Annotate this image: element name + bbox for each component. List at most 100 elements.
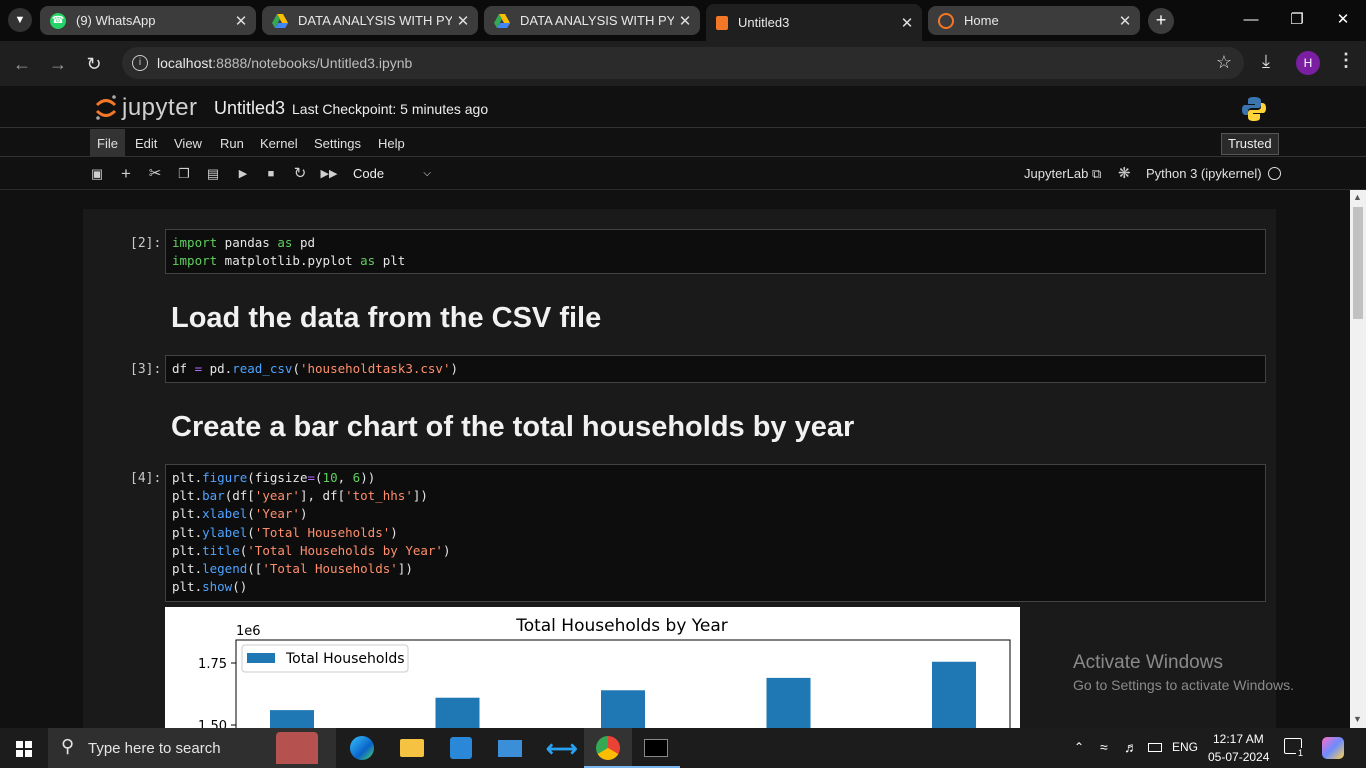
- code-line: import pandas as pd: [172, 235, 316, 250]
- jupyter-book-icon: [716, 15, 728, 30]
- tab-title: Home: [964, 13, 999, 28]
- code-line: import matplotlib.pyplot as plt: [172, 253, 406, 269]
- code-cell-read-csv[interactable]: df = pd.read_csv('householdtask3.csv'): [165, 355, 1266, 383]
- tab-home[interactable]: Home ✕: [928, 6, 1140, 35]
- close-tab-icon[interactable]: ✕: [452, 12, 474, 30]
- terminal-icon: [644, 739, 668, 757]
- menu-edit[interactable]: Edit: [128, 129, 164, 157]
- scroll-thumb[interactable]: [1353, 207, 1363, 319]
- debugger-bug-icon[interactable]: ❋: [1118, 164, 1131, 182]
- tab-data-analysis-2[interactable]: DATA ANALYSIS WITH PYTHO ✕: [484, 6, 700, 35]
- start-button[interactable]: [0, 728, 48, 768]
- paste-icon[interactable]: ▤: [202, 164, 224, 184]
- search-placeholder: Type here to search: [88, 740, 221, 757]
- chrome-taskbar-button[interactable]: [584, 728, 632, 768]
- edge-icon[interactable]: [350, 736, 374, 760]
- menu-file[interactable]: File: [90, 129, 125, 157]
- reload-icon[interactable]: ↻: [81, 51, 107, 77]
- kernel-name[interactable]: Python 3 (ipykernel): [1146, 166, 1262, 181]
- code-cell-plot[interactable]: plt.figure(figsize=(10, 6)) plt.bar(df['…: [165, 464, 1266, 602]
- bookmark-star-icon[interactable]: ☆: [1216, 52, 1232, 73]
- forward-icon[interactable]: →: [45, 51, 71, 77]
- mail-icon[interactable]: [498, 740, 522, 757]
- close-tab-icon[interactable]: ✕: [230, 12, 252, 30]
- url-host: localhost: [157, 55, 213, 71]
- scroll-down-icon[interactable]: ▼: [1353, 714, 1362, 724]
- whatsapp-icon: ☎: [50, 12, 66, 29]
- close-tab-icon[interactable]: ✕: [674, 12, 696, 30]
- cell-prompt: [4]:: [130, 471, 162, 486]
- jupyterlab-link[interactable]: JupyterLab ⧉: [1024, 166, 1101, 182]
- cell-prompt: [2]:: [130, 236, 162, 251]
- menu-run[interactable]: Run: [213, 129, 251, 157]
- menu-help[interactable]: Help: [371, 129, 412, 157]
- profile-avatar[interactable]: H: [1296, 51, 1320, 75]
- cell-type-select[interactable]: Code ⌵: [346, 163, 434, 185]
- file-explorer-icon[interactable]: [400, 739, 424, 757]
- chrome-menu-icon[interactable]: ⋮: [1337, 50, 1355, 71]
- notebook-name[interactable]: Untitled3: [214, 98, 285, 119]
- tab-title: Untitled3: [738, 15, 790, 30]
- tab-data-analysis-1[interactable]: DATA ANALYSIS WITH PYTHO ✕: [262, 6, 478, 35]
- jupyter-logo[interactable]: jupyter: [94, 93, 204, 123]
- tab-untitled3[interactable]: Untitled3 ✕: [706, 4, 922, 41]
- restart-icon[interactable]: ↻: [289, 164, 311, 184]
- store-icon[interactable]: [450, 737, 472, 759]
- bar: [270, 710, 314, 728]
- last-checkpoint: Last Checkpoint: 5 minutes ago: [292, 101, 489, 117]
- run-icon[interactable]: ▶: [232, 164, 254, 184]
- browser-toolbar: ← → ↻ i localhost:8888/notebooks/Untitle…: [0, 41, 1366, 86]
- close-tab-icon[interactable]: ✕: [896, 14, 918, 32]
- clock-time[interactable]: 12:17 AM: [1213, 732, 1264, 746]
- minimize-button[interactable]: —: [1228, 8, 1274, 32]
- scroll-up-icon[interactable]: ▲: [1353, 192, 1362, 202]
- close-tab-icon[interactable]: ✕: [1114, 12, 1136, 30]
- copilot-icon[interactable]: [1322, 737, 1344, 759]
- battery-icon[interactable]: [1148, 743, 1162, 752]
- code-line: df = pd.read_csv('householdtask3.csv'): [172, 361, 459, 376]
- copy-icon[interactable]: ❐: [173, 164, 195, 184]
- vertical-scrollbar[interactable]: ▲ ▼: [1350, 190, 1366, 728]
- chart-output: Total Households by Year 1e6 1.75 1.50 To…: [165, 607, 1020, 728]
- taskbar-search[interactable]: ⚲ Type here to search: [48, 728, 336, 768]
- legend-swatch: [247, 653, 275, 663]
- google-drive-icon: [272, 13, 288, 29]
- input-language[interactable]: ENG: [1172, 740, 1198, 754]
- stop-icon[interactable]: ■: [260, 164, 282, 184]
- site-info-icon[interactable]: i: [132, 55, 148, 71]
- speaker-icon[interactable]: ♬: [1124, 739, 1138, 755]
- code-cell-imports[interactable]: import pandas as pd import matplotlib.py…: [165, 229, 1266, 274]
- cut-icon[interactable]: ✂: [144, 164, 166, 184]
- tab-whatsapp[interactable]: ☎ (9) WhatsApp ✕: [40, 6, 256, 35]
- code-line: plt.show(): [172, 579, 248, 595]
- tab-title: DATA ANALYSIS WITH PYTHO: [298, 13, 452, 28]
- jupyter-logo-text: jupyter: [122, 94, 198, 121]
- activate-windows-subtitle: Go to Settings to activate Windows.: [1073, 677, 1294, 693]
- clock-date[interactable]: 05-07-2024: [1208, 750, 1269, 764]
- back-icon[interactable]: ←: [9, 51, 35, 77]
- y-offset-label: 1e6: [236, 624, 261, 639]
- network-icon[interactable]: ≈: [1100, 739, 1108, 755]
- vscode-icon[interactable]: ⟷: [546, 736, 578, 762]
- menu-settings[interactable]: Settings: [307, 129, 368, 157]
- bar: [932, 661, 976, 728]
- address-bar[interactable]: i localhost:8888/notebooks/Untitled3.ipy…: [122, 47, 1244, 79]
- trusted-indicator[interactable]: Trusted: [1221, 133, 1279, 155]
- chevron-up-icon[interactable]: ⌃: [1074, 740, 1084, 754]
- menu-kernel[interactable]: Kernel: [253, 129, 305, 157]
- y-tick-label: 1.50: [198, 719, 227, 728]
- bar: [766, 677, 811, 728]
- bar: [435, 697, 480, 728]
- y-tick-label: 1.75: [198, 657, 227, 672]
- close-window-button[interactable]: ✕: [1320, 8, 1366, 32]
- terminal-taskbar-button[interactable]: [632, 728, 680, 768]
- insert-cell-icon[interactable]: +: [115, 164, 137, 184]
- new-tab-button[interactable]: +: [1148, 8, 1174, 34]
- restart-run-all-icon[interactable]: ▶▶: [318, 164, 340, 184]
- restore-button[interactable]: ❐: [1274, 8, 1320, 32]
- download-icon[interactable]: ⤓: [1262, 51, 1270, 72]
- code-line: plt.title('Total Households by Year'): [172, 542, 451, 558]
- tab-search-button[interactable]: ▼: [8, 8, 32, 32]
- save-icon[interactable]: ▣: [86, 164, 108, 184]
- menu-view[interactable]: View: [167, 129, 209, 157]
